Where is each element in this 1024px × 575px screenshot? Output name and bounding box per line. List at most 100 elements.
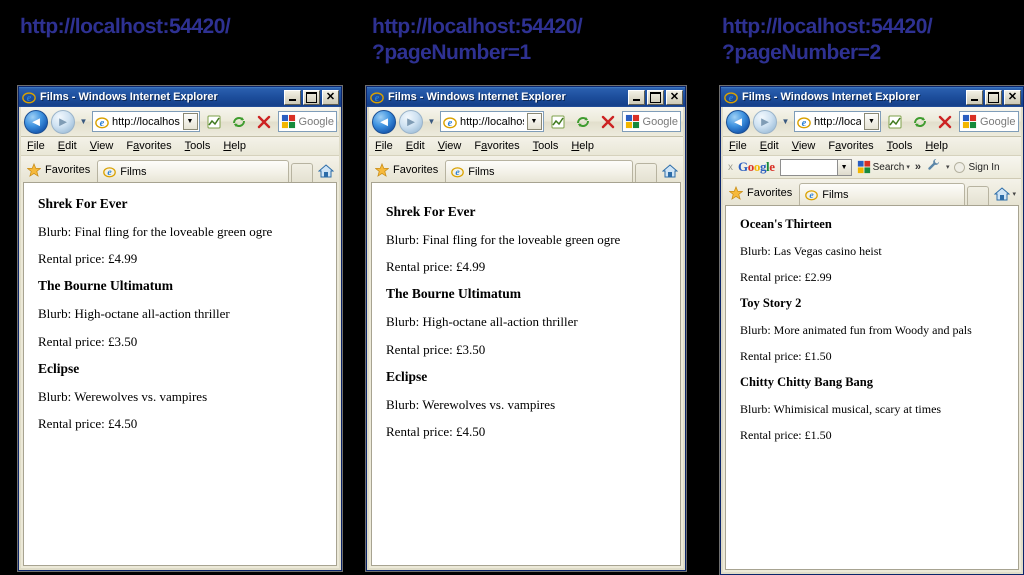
search-provider-box[interactable]: Google bbox=[621, 111, 681, 132]
google-toolbar-overflow-icon[interactable]: » bbox=[915, 161, 921, 173]
google-toolbar-close-icon[interactable]: x bbox=[728, 162, 733, 173]
url-caption-1: http://localhost:54420/ bbox=[20, 15, 231, 38]
google-settings-caret-icon[interactable]: ▾ bbox=[946, 163, 950, 171]
back-button[interactable]: ◄ bbox=[372, 109, 396, 134]
film-blurb: Blurb: Whimisical musical, scary at time… bbox=[740, 402, 942, 416]
stop-icon[interactable] bbox=[597, 111, 619, 133]
window-controls: ✕ bbox=[628, 89, 683, 105]
back-button[interactable]: ◄ bbox=[726, 109, 750, 134]
refresh-icon[interactable] bbox=[572, 111, 594, 133]
close-button[interactable]: ✕ bbox=[666, 89, 683, 105]
new-tab-button[interactable] bbox=[967, 186, 990, 205]
address-bar[interactable]: e http://localhost:: ▼ bbox=[440, 111, 544, 132]
google-search-chevron-down-icon[interactable]: ▼ bbox=[836, 159, 851, 175]
menu-item-view[interactable]: View bbox=[792, 140, 816, 152]
google-settings-wrench-icon[interactable] bbox=[926, 157, 941, 177]
menu-item-edit[interactable]: Edit bbox=[58, 140, 77, 152]
new-tab-button[interactable] bbox=[291, 163, 313, 182]
favorites-button[interactable]: Favorites bbox=[25, 158, 95, 182]
forward-button[interactable]: ► bbox=[399, 109, 423, 134]
close-button[interactable]: ✕ bbox=[1004, 89, 1021, 105]
home-button[interactable] bbox=[315, 160, 337, 182]
window-title: Films - Windows Internet Explorer bbox=[388, 91, 566, 103]
star-icon bbox=[27, 163, 41, 177]
compatibility-view-icon[interactable] bbox=[203, 111, 225, 133]
back-button[interactable]: ◄ bbox=[24, 109, 48, 134]
menu-item-edit[interactable]: Edit bbox=[406, 140, 425, 152]
browser-tab-films[interactable]: e Films bbox=[799, 183, 966, 205]
address-chevron-down-icon[interactable]: ▼ bbox=[182, 113, 198, 130]
menu-item-favorites[interactable]: Favorites bbox=[828, 140, 873, 152]
film-title: Toy Story 2 bbox=[740, 296, 802, 311]
menu-item-view[interactable]: View bbox=[438, 140, 462, 152]
recent-pages-chevron-down-icon[interactable]: ▼ bbox=[780, 117, 791, 126]
minimize-button[interactable] bbox=[628, 89, 645, 105]
search-provider-box[interactable]: Google bbox=[959, 111, 1019, 132]
address-toolbar: ◄ ► ▼ e http://localhost:: ▼ bbox=[21, 107, 339, 137]
film-price: Rental price: £4.50 bbox=[38, 416, 138, 432]
tab-favicon-icon: e bbox=[805, 190, 819, 201]
menu-item-file[interactable]: File bbox=[27, 140, 45, 152]
titlebar[interactable]: e Films - Windows Internet Explorer ✕ bbox=[19, 87, 341, 107]
address-text: http://localhost:: bbox=[814, 115, 861, 128]
browser-tab-films[interactable]: e Films bbox=[445, 160, 633, 182]
menu-item-favorites[interactable]: Favorites bbox=[126, 140, 171, 152]
search-provider-label: Google bbox=[298, 115, 334, 128]
home-button[interactable]: ▾ bbox=[991, 183, 1019, 205]
minimize-button[interactable] bbox=[966, 89, 983, 105]
recent-pages-chevron-down-icon[interactable]: ▼ bbox=[78, 117, 89, 126]
menu-item-tools[interactable]: Tools bbox=[533, 140, 559, 152]
search-provider-box[interactable]: Google bbox=[277, 111, 337, 132]
favorites-button[interactable]: Favorites bbox=[373, 158, 443, 182]
menu-item-edit[interactable]: Edit bbox=[760, 140, 779, 152]
page-content: Shrek For Ever Blurb: Final fling for th… bbox=[23, 182, 337, 566]
new-tab-button[interactable] bbox=[635, 163, 657, 182]
film-title: Ocean's Thirteen bbox=[740, 217, 832, 231]
address-toolbar: ◄ ► ▼ e http://localhost:: ▼ bbox=[723, 107, 1021, 137]
compatibility-view-icon[interactable] bbox=[884, 111, 906, 133]
close-button[interactable]: ✕ bbox=[322, 89, 339, 105]
address-chevron-down-icon[interactable]: ▼ bbox=[526, 113, 542, 130]
maximize-button[interactable] bbox=[985, 89, 1002, 105]
address-chevron-down-icon[interactable]: ▼ bbox=[864, 113, 879, 130]
maximize-button[interactable] bbox=[303, 89, 320, 105]
home-icon bbox=[318, 164, 334, 178]
menu-item-view[interactable]: View bbox=[90, 140, 114, 152]
menu-item-favorites[interactable]: Favorites bbox=[474, 140, 519, 152]
google-search-button[interactable]: Search ▾ bbox=[857, 160, 910, 174]
menu-item-tools[interactable]: Tools bbox=[887, 140, 913, 152]
menu-item-tools[interactable]: Tools bbox=[185, 140, 211, 152]
google-sign-in-button[interactable]: Sign In bbox=[954, 161, 1000, 173]
home-button[interactable] bbox=[659, 160, 681, 182]
home-caret-icon[interactable]: ▾ bbox=[1012, 190, 1016, 198]
refresh-icon[interactable] bbox=[909, 111, 931, 133]
compatibility-view-icon[interactable] bbox=[547, 111, 569, 133]
svg-text:e: e bbox=[802, 117, 807, 128]
page-favicon-icon: e bbox=[797, 116, 811, 128]
favorites-button[interactable]: Favorites bbox=[727, 181, 797, 205]
recent-pages-chevron-down-icon[interactable]: ▼ bbox=[426, 117, 437, 126]
browser-tab-films[interactable]: e Films bbox=[97, 160, 289, 182]
forward-button[interactable]: ► bbox=[51, 109, 75, 134]
titlebar[interactable]: e Films - Windows Internet Explorer ✕ bbox=[721, 87, 1023, 107]
minimize-button[interactable] bbox=[284, 89, 301, 105]
google-search-input[interactable]: ▼ bbox=[779, 158, 852, 176]
maximize-button[interactable] bbox=[647, 89, 664, 105]
menu-item-file[interactable]: File bbox=[729, 140, 747, 152]
menu-item-help[interactable]: Help bbox=[223, 140, 246, 152]
url-caption-3: http://localhost:54420/ ?pageNumber=2 bbox=[722, 15, 933, 64]
refresh-icon[interactable] bbox=[228, 111, 250, 133]
film-blurb: Blurb: Las Vegas casino heist bbox=[740, 243, 882, 258]
titlebar[interactable]: e Films - Windows Internet Explorer ✕ bbox=[367, 87, 685, 107]
stop-icon[interactable] bbox=[253, 111, 275, 133]
forward-button[interactable]: ► bbox=[753, 109, 777, 134]
menu-item-file[interactable]: File bbox=[375, 140, 393, 152]
stop-icon[interactable] bbox=[934, 111, 956, 133]
menu-item-help[interactable]: Help bbox=[925, 140, 948, 152]
menu-item-help[interactable]: Help bbox=[571, 140, 594, 152]
google-search-caret-icon[interactable]: ▾ bbox=[906, 163, 910, 171]
address-bar[interactable]: e http://localhost:: ▼ bbox=[92, 111, 200, 132]
home-icon bbox=[662, 164, 678, 178]
svg-text:e: e bbox=[100, 117, 105, 128]
address-bar[interactable]: e http://localhost:: ▼ bbox=[794, 111, 881, 132]
